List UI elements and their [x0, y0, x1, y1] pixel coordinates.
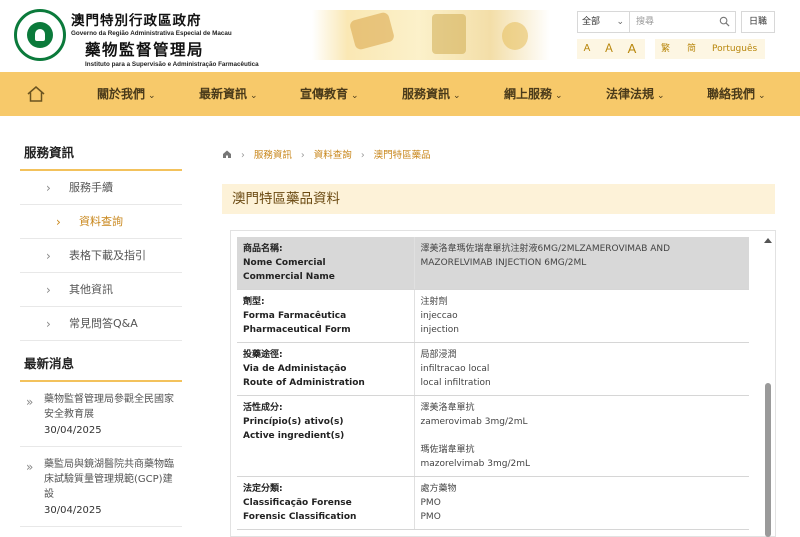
table-row: 投藥途徑: Via de Administação Route of Admin… — [237, 342, 749, 396]
double-chevron-icon: » — [26, 395, 34, 409]
nav-about[interactable]: 關於我們 ⌄ — [97, 72, 156, 116]
news-item-date: 30/04/2025 — [44, 425, 102, 436]
language-selector: 繁 简 Português — [655, 39, 765, 59]
chevron-down-icon: ⌄ — [657, 91, 665, 101]
news-item-title: 藥物監督管理局參觀全民國家安全教育展 — [44, 394, 174, 420]
scrollbar-thumb[interactable] — [765, 383, 771, 537]
search-icon[interactable] — [719, 16, 730, 27]
sidebar-item-data-query[interactable]: › 資料查詢 — [20, 205, 182, 239]
breadcrumb: › 服務資訊 › 資料查詢 › 澳門特區藥品 — [222, 147, 431, 161]
table-row: 法定分類: Classificação Forense Forensic Cla… — [237, 476, 749, 530]
main-nav: 關於我們 ⌄ 最新資訊 ⌄ 宣傳教育 ⌄ 服務資訊 ⌄ 網上服務 ⌄ 法律法規 ⌄ 聯絡我們… — [0, 72, 800, 116]
chevron-down-icon: ⌄ — [616, 17, 624, 27]
breadcrumb-services[interactable]: 服務資訊 — [254, 150, 292, 161]
page-title: 澳門特區藥品資料 — [232, 191, 340, 207]
font-size-medium[interactable]: A — [599, 39, 619, 59]
nav-laws[interactable]: 法律法規 ⌄ — [606, 72, 665, 116]
page-title-bar: 澳門特區藥品資料 — [222, 184, 775, 214]
table-row: 活性成分: Princípio(s) ativo(s) Active ingre… — [237, 395, 749, 477]
dept-name-cn: 藥物監督管理局 — [85, 40, 205, 59]
header-banner-image — [312, 10, 550, 60]
chevron-down-icon: ⌄ — [453, 91, 461, 101]
nav-news[interactable]: 最新資訊 ⌄ — [199, 72, 258, 116]
sidebar-item-forms[interactable]: › 表格下載及指引 — [20, 239, 182, 273]
dept-name-pt: Instituto para a Supervisão e Administra… — [85, 61, 259, 68]
drug-info-panel: 商品名稱: Nome Comercial Commercial Name 澤美洛… — [230, 230, 776, 537]
chevron-right-icon: › — [46, 317, 51, 331]
org-name-block[interactable]: 澳門特別行政區政府 Governo da Região Administrati… — [71, 9, 259, 68]
chevron-right-icon: › — [46, 283, 51, 297]
news-section-title: 最新消息 — [20, 343, 182, 382]
nav-services[interactable]: 服務資訊 ⌄ — [402, 72, 461, 116]
table-row: 劑型: Forma Farmacêutica Pharmaceutical Fo… — [237, 289, 749, 343]
chevron-right-icon: › — [46, 181, 51, 195]
chevron-down-icon: ⌄ — [250, 91, 258, 101]
news-item-date: 30/04/2025 — [44, 505, 102, 516]
macau-emblem-logo[interactable] — [14, 9, 66, 61]
chevron-down-icon: ⌄ — [758, 91, 766, 101]
nav-contact[interactable]: 聯絡我們 ⌄ — [707, 72, 766, 116]
sidebar-item-procedures[interactable]: › 服務手續 — [20, 171, 182, 205]
chevron-right-icon: › — [46, 249, 51, 263]
chevron-down-icon: ⌄ — [148, 91, 156, 101]
nav-education[interactable]: 宣傳教育 ⌄ — [300, 72, 359, 116]
double-chevron-icon: » — [26, 460, 34, 474]
font-size-small[interactable]: A — [577, 39, 597, 59]
chevron-right-icon: › — [56, 215, 61, 229]
search-scope-select[interactable]: 全部 ⌄ — [578, 12, 630, 32]
chevron-down-icon: ⌄ — [351, 91, 359, 101]
drug-info-table: 商品名稱: Nome Comercial Commercial Name 澤美洛… — [237, 237, 749, 530]
chevron-down-icon: ⌄ — [555, 91, 563, 101]
calendar-button[interactable]: 日職 — [741, 11, 775, 33]
home-icon[interactable] — [222, 149, 232, 159]
table-row: 商品名稱: Nome Comercial Commercial Name 澤美洛… — [237, 237, 749, 290]
sidebar-item-faq[interactable]: › 常見問答Q&A — [20, 307, 182, 341]
search-input[interactable]: 搜尋 — [636, 12, 716, 32]
news-item[interactable]: » 藥物監督管理局參觀全民國家安全教育展 30/04/2025 — [20, 382, 182, 447]
news-item[interactable]: » 藥監局與鏡湖醫院共商藥物臨床試驗質量管理規範(GCP)建設 30/04/20… — [20, 447, 182, 527]
sidebar: 服務資訊 › 服務手續 › 資料查詢 › 表格下載及指引 › 其他資訊 › 常見… — [20, 130, 182, 527]
breadcrumb-data-query[interactable]: 資料查詢 — [314, 150, 352, 161]
breadcrumb-current[interactable]: 澳門特區藥品 — [374, 150, 431, 161]
lang-traditional[interactable]: 繁 — [661, 39, 670, 59]
font-size-large[interactable]: A — [622, 39, 642, 59]
news-item-title: 藥監局與鏡湖醫院共商藥物臨床試驗質量管理規範(GCP)建設 — [44, 459, 174, 500]
scroll-up-arrow-icon[interactable] — [764, 238, 772, 243]
home-icon[interactable] — [26, 84, 46, 104]
search-bar: 全部 ⌄ 搜尋 — [577, 11, 736, 33]
lang-portuguese[interactable]: Português — [712, 39, 757, 59]
lang-simplified[interactable]: 简 — [687, 39, 696, 59]
font-size-selector: A A A — [577, 39, 645, 59]
site-header: 澳門特別行政區政府 Governo da Região Administrati… — [0, 0, 800, 72]
org-name-cn: 澳門特別行政區政府 — [71, 13, 202, 29]
panel-scrollbar[interactable] — [763, 235, 773, 537]
sidebar-title: 服務資訊 — [20, 130, 182, 171]
sidebar-item-other-info[interactable]: › 其他資訊 — [20, 273, 182, 307]
org-name-pt: Governo da Região Administrativa Especia… — [71, 30, 232, 37]
nav-online-services[interactable]: 網上服務 ⌄ — [504, 72, 563, 116]
